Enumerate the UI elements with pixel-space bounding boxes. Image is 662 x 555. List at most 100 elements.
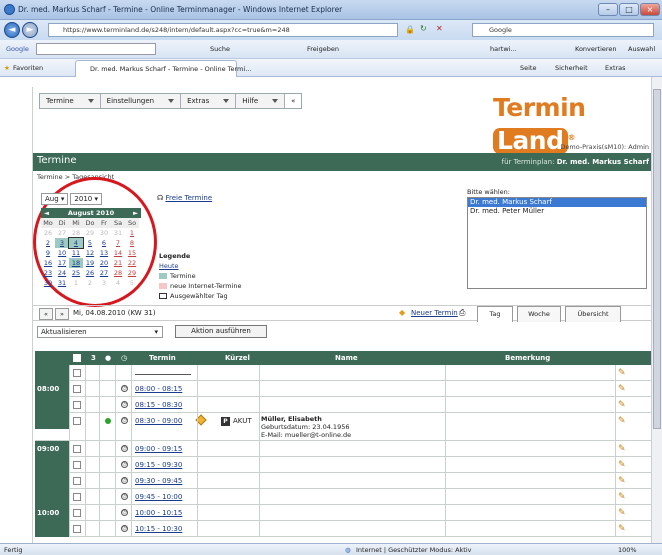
calendar-day[interactable]: 11 bbox=[69, 248, 83, 258]
suche-button[interactable]: Suche bbox=[210, 45, 230, 53]
row-checkbox[interactable] bbox=[73, 445, 81, 453]
calendar-day[interactable]: 16 bbox=[41, 258, 55, 268]
time-slot-link[interactable]: 10:00 - 10:15 bbox=[135, 509, 182, 517]
table-row[interactable]: ◷ 09:30 - 09:45 ✎ bbox=[35, 473, 651, 489]
back-button[interactable]: ◄ bbox=[4, 22, 20, 38]
edit-pencil-icon[interactable]: ✎ bbox=[618, 459, 630, 471]
calendar-day[interactable]: 22 bbox=[125, 258, 139, 268]
row-checkbox[interactable] bbox=[73, 385, 81, 393]
menu-einstellungen[interactable]: Einstellungen bbox=[100, 94, 182, 108]
time-slot-link[interactable]: 09:45 - 10:00 bbox=[135, 493, 182, 501]
edit-pencil-icon[interactable]: ✎ bbox=[618, 523, 630, 535]
row-checkbox[interactable] bbox=[73, 509, 81, 517]
row-checkbox[interactable] bbox=[73, 369, 81, 377]
tab-woche[interactable]: Woche bbox=[517, 306, 561, 322]
search-input[interactable]: Google bbox=[472, 23, 654, 37]
plan-option[interactable]: Dr. med. Markus Scharf bbox=[468, 198, 646, 207]
browser-tab[interactable]: Dr. med. Markus Scharf - Termine - Onlin… bbox=[75, 60, 251, 77]
time-slot-link[interactable]: 10:15 - 10:30 bbox=[135, 525, 182, 533]
row-checkbox[interactable] bbox=[73, 401, 81, 409]
extras-menu[interactable]: Extras bbox=[605, 64, 626, 72]
time-slot-link[interactable]: 09:30 - 09:45 bbox=[135, 477, 182, 485]
row-checkbox[interactable] bbox=[73, 461, 81, 469]
calendar-day[interactable]: 14 bbox=[111, 248, 125, 258]
calendar-day[interactable]: 6 bbox=[97, 238, 111, 248]
edit-pencil-icon[interactable]: ✎ bbox=[618, 475, 630, 487]
aktion-ausfuehren-button[interactable]: Aktion ausführen bbox=[175, 325, 267, 338]
favoriten-button[interactable]: Favoriten bbox=[13, 64, 43, 72]
edit-pencil-icon[interactable]: ✎ bbox=[618, 383, 630, 395]
calendar-day[interactable]: 24 bbox=[55, 268, 69, 278]
year-select[interactable]: 2010 ▾ bbox=[70, 193, 102, 205]
calendar-day[interactable]: 9 bbox=[41, 248, 55, 258]
calendar-day[interactable]: 20 bbox=[97, 258, 111, 268]
table-row[interactable]: ✎ bbox=[35, 365, 651, 381]
calendar-day[interactable]: 8 bbox=[125, 238, 139, 248]
time-slot-link[interactable]: 08:15 - 08:30 bbox=[135, 401, 182, 409]
patient-name[interactable]: Müller, Elisabeth bbox=[261, 415, 322, 423]
plan-listbox[interactable]: Dr. med. Markus Scharf Dr. med. Peter Mü… bbox=[467, 197, 647, 289]
calendar-day[interactable]: 29 bbox=[125, 268, 139, 278]
calendar-day[interactable]: 12 bbox=[83, 248, 97, 258]
calendar-day[interactable]: 17 bbox=[55, 258, 69, 268]
calendar-day[interactable]: 30 bbox=[41, 278, 55, 288]
table-row[interactable]: ◷ 09:15 - 09:30 ✎ bbox=[35, 457, 651, 473]
edit-pencil-icon[interactable]: ✎ bbox=[618, 399, 630, 411]
auswahl-button[interactable]: Auswahl bbox=[628, 45, 655, 53]
scrollbar[interactable] bbox=[651, 77, 662, 543]
calendar-day[interactable]: 31 bbox=[55, 278, 69, 288]
table-row[interactable]: ◷ 09:45 - 10:00 ✎ bbox=[35, 489, 651, 505]
tab-uebersicht[interactable]: Übersicht bbox=[565, 306, 621, 322]
prev-day-button[interactable]: « bbox=[39, 308, 53, 320]
konvertieren-button[interactable]: Konvertieren bbox=[575, 45, 617, 53]
calendar-day[interactable]: 4 bbox=[68, 237, 84, 249]
row-checkbox[interactable] bbox=[73, 525, 81, 533]
google-search-field[interactable] bbox=[36, 43, 156, 55]
edit-pencil-icon[interactable]: ✎ bbox=[618, 415, 630, 427]
seite-menu[interactable]: Seite bbox=[520, 64, 536, 72]
calendar-day[interactable]: 10 bbox=[55, 248, 69, 258]
zoom-level[interactable]: 100% bbox=[618, 546, 637, 554]
calendar-day[interactable]: 26 bbox=[83, 268, 97, 278]
plan-option[interactable]: Dr. med. Peter Müller bbox=[468, 207, 646, 216]
close-window-button[interactable]: × bbox=[640, 3, 660, 16]
action-select[interactable]: Aktualisieren ▾ bbox=[37, 326, 163, 338]
calendar-day[interactable]: 21 bbox=[111, 258, 125, 268]
time-slot-link[interactable]: 09:15 - 09:30 bbox=[135, 461, 182, 469]
table-row[interactable]: 08:00 ◷ 08:00 - 08:15 ✎ bbox=[35, 381, 651, 397]
calendar-day[interactable]: 27 bbox=[97, 268, 111, 278]
calendar-day[interactable]: 23 bbox=[41, 268, 55, 278]
table-row[interactable]: ◷ 08:30 - 09:00 P AKUT Müller, Elisabeth Gebu… bbox=[35, 413, 651, 441]
calendar-day[interactable]: 7 bbox=[111, 238, 125, 248]
user-button[interactable]: hartwi... bbox=[490, 45, 517, 53]
stop-icon[interactable]: ✕ bbox=[436, 24, 443, 33]
calendar-day[interactable]: 28 bbox=[111, 268, 125, 278]
time-slot-link[interactable]: 09:00 - 09:15 bbox=[135, 445, 182, 453]
month-select[interactable]: Aug ▾ bbox=[41, 193, 69, 205]
tab-tag[interactable]: Tag bbox=[477, 306, 513, 322]
select-all-checkbox[interactable] bbox=[73, 354, 81, 362]
maximize-button[interactable]: □ bbox=[619, 3, 639, 16]
calendar-day[interactable]: 3 bbox=[55, 238, 69, 248]
print-icon[interactable]: ⎙ bbox=[459, 308, 465, 318]
sicherheit-menu[interactable]: Sicherheit bbox=[555, 64, 588, 72]
forward-button[interactable]: ► bbox=[22, 22, 38, 38]
refresh-icon[interactable]: ↻ bbox=[420, 24, 427, 33]
row-checkbox[interactable] bbox=[73, 477, 81, 485]
next-day-button[interactable]: » bbox=[55, 308, 69, 320]
calendar-day[interactable]: 18 bbox=[69, 258, 83, 268]
prev-month-icon[interactable]: ◄ bbox=[44, 208, 49, 218]
calendar-day[interactable]: 19 bbox=[83, 258, 97, 268]
calendar-day[interactable]: 5 bbox=[83, 238, 97, 248]
row-checkbox[interactable] bbox=[73, 417, 81, 425]
table-row[interactable]: 10:00 ◷ 10:00 - 10:15 ✎ bbox=[35, 505, 651, 521]
edit-pencil-icon[interactable]: ✎ bbox=[618, 507, 630, 519]
neuer-termin-link[interactable]: Neuer Termin bbox=[411, 309, 458, 317]
minimize-button[interactable]: – bbox=[598, 3, 618, 16]
calendar-day[interactable]: 2 bbox=[41, 238, 55, 248]
calendar-day[interactable]: 15 bbox=[125, 248, 139, 258]
scroll-thumb[interactable] bbox=[653, 89, 661, 429]
menu-extras[interactable]: Extras bbox=[181, 94, 237, 108]
table-row[interactable]: ◷ 08:15 - 08:30 ✎ bbox=[35, 397, 651, 413]
menu-collapse[interactable]: « bbox=[285, 94, 302, 108]
